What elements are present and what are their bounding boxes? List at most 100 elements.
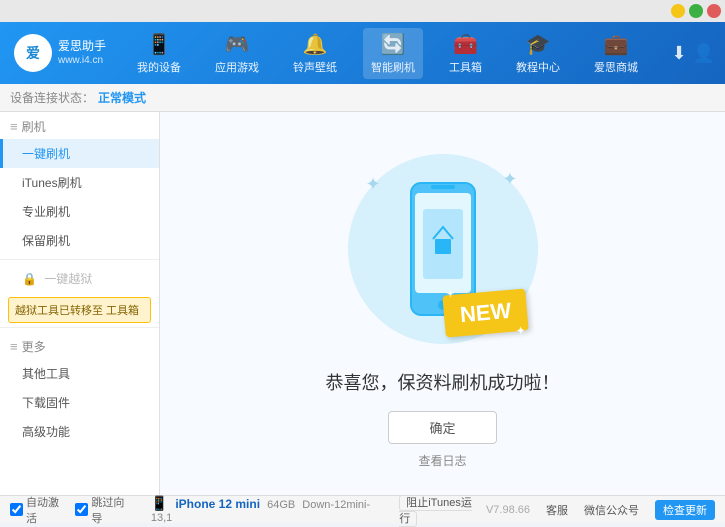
update-btn-label: 检查更新 — [663, 505, 707, 517]
sidebar-item-jailbreak-disabled: 🔒 一键越狱 — [0, 264, 159, 293]
device-icon: 📱 — [151, 495, 168, 511]
nav-store[interactable]: 💼 爱思商城 — [586, 28, 646, 79]
wechat-link[interactable]: 微信公众号 — [584, 502, 639, 518]
logo-circle: 爱 — [14, 34, 52, 72]
sidebar-item-other-tools[interactable]: 其他工具 — [0, 359, 159, 388]
itunes-notice-label: 阻止iTunes运行 — [399, 495, 472, 527]
nav-label-tutorial: 教程中心 — [516, 59, 560, 75]
confirm-button[interactable]: 确定 — [388, 411, 496, 444]
nav-tutorial[interactable]: 🎓 教程中心 — [508, 28, 568, 79]
show-log-text: 查看日志 — [418, 454, 466, 468]
one-click-flash-label: 一键刷机 — [22, 147, 70, 161]
app-games-icon: 🎮 — [225, 32, 250, 57]
header: 爱 爱思助手 www.i4.cn 📱 我的设备 🎮 应用游戏 🔔 铃声壁纸 🔄 … — [0, 22, 725, 84]
logo-text: 爱思助手 www.i4.cn — [58, 38, 106, 69]
bottom-right: V7.98.66 客服 微信公众号 检查更新 — [486, 500, 715, 520]
nav-app-games[interactable]: 🎮 应用游戏 — [207, 28, 267, 79]
new-badge-text: NEW — [459, 297, 512, 326]
nav-label-my-device: 我的设备 — [137, 59, 181, 75]
sidebar-item-itunes-flash[interactable]: iTunes刷机 — [0, 168, 159, 197]
logo-area: 爱 爱思助手 www.i4.cn — [0, 34, 120, 72]
sidebar-section-more: ≡ 更多 — [0, 332, 159, 359]
sidebar: ≡ 刷机 一键刷机 iTunes刷机 专业刷机 保留刷机 🔒 一键越狱 越狱工具… — [0, 112, 160, 495]
sparkle-topleft: ✦ — [366, 174, 381, 195]
download-btn[interactable]: ⬇ — [671, 43, 686, 64]
warning-text: 越狱工具已转移至 工具箱 — [15, 305, 139, 317]
save-flash-label: 保留刷机 — [22, 234, 70, 248]
status-label: 设备连接状态： — [10, 89, 94, 106]
auto-activate-label: 自动激活 — [26, 494, 67, 526]
maximize-btn[interactable] — [689, 4, 703, 18]
success-message: 恭喜您，保资料刷机成功啦！ — [326, 373, 560, 393]
nav-label-smart-flash: 智能刷机 — [371, 59, 415, 75]
skip-wizard-checkbox[interactable]: 跳过向导 — [75, 494, 132, 526]
phone-illustration: ✦ ✦ NEW — [343, 139, 543, 359]
jailbreak-label: 一键越狱 — [44, 272, 92, 286]
logo-icon: 爱 — [26, 43, 40, 63]
bottom-bar: 自动激活 跳过向导 📱 iPhone 12 mini 64GB Down-12m… — [0, 495, 725, 523]
sidebar-section-flash: ≡ 刷机 — [0, 112, 159, 139]
sidebar-item-download-firmware[interactable]: 下载固件 — [0, 388, 159, 417]
skip-wizard-input[interactable] — [75, 503, 88, 516]
main-layout: ≡ 刷机 一键刷机 iTunes刷机 专业刷机 保留刷机 🔒 一键越狱 越狱工具… — [0, 112, 725, 495]
sidebar-item-pro-flash[interactable]: 专业刷机 — [0, 197, 159, 226]
store-icon: 💼 — [604, 32, 629, 57]
pro-flash-label: 专业刷机 — [22, 205, 70, 219]
sidebar-warning: 越狱工具已转移至 工具箱 — [8, 297, 151, 323]
nav-toolbox[interactable]: 🧰 工具箱 — [441, 28, 490, 79]
show-log-link[interactable]: 查看日志 — [418, 452, 466, 469]
version-text: V7.98.66 — [486, 504, 530, 516]
minimize-btn[interactable] — [671, 4, 685, 18]
sidebar-divider-1 — [0, 259, 159, 260]
auto-activate-checkbox[interactable]: 自动激活 — [10, 494, 67, 526]
toolbox-icon: 🧰 — [453, 32, 478, 57]
section2-label: 更多 — [22, 338, 46, 355]
sparkle-topright: ✦ — [502, 169, 517, 190]
header-right: ⬇ 👤 — [655, 43, 725, 64]
device-info: 📱 iPhone 12 mini 64GB Down-12mini-13,1 — [151, 495, 381, 524]
sidebar-divider-2 — [0, 327, 159, 328]
nav-label-store: 爱思商城 — [594, 59, 638, 75]
tutorial-icon: 🎓 — [526, 32, 551, 57]
logo-line1: 爱思助手 — [58, 38, 106, 55]
smart-flash-icon: 🔄 — [381, 32, 406, 57]
phone-circle: ✦ ✦ NEW — [348, 154, 538, 344]
other-tools-label: 其他工具 — [22, 367, 70, 381]
success-text: 恭喜您，保资料刷机成功啦！ — [326, 369, 560, 395]
nav-label-toolbox: 工具箱 — [449, 59, 482, 75]
sidebar-item-save-flash[interactable]: 保留刷机 — [0, 226, 159, 255]
new-badge: NEW — [443, 288, 530, 337]
nav-label-ringtone: 铃声壁纸 — [293, 59, 337, 75]
title-bar — [0, 0, 725, 22]
nav-smart-flash[interactable]: 🔄 智能刷机 — [363, 28, 423, 79]
ringtone-icon: 🔔 — [303, 32, 328, 57]
nav-my-device[interactable]: 📱 我的设备 — [129, 28, 189, 79]
content-area: ✦ ✦ NEW 恭喜您，保资料刷机成功啦！ — [160, 112, 725, 495]
advanced-label: 高级功能 — [22, 425, 70, 439]
confirm-btn-label: 确定 — [429, 421, 455, 436]
status-bar: 设备连接状态： 正常模式 — [0, 84, 725, 112]
my-device-icon: 📱 — [147, 32, 172, 57]
skip-wizard-label: 跳过向导 — [91, 494, 132, 526]
logo-line2: www.i4.cn — [58, 54, 106, 68]
nav-label-app-games: 应用游戏 — [215, 59, 259, 75]
device-capacity: 64GB — [267, 499, 298, 511]
status-value: 正常模式 — [98, 89, 146, 106]
section1-label: 刷机 — [22, 118, 46, 135]
device-name: iPhone 12 mini — [175, 497, 260, 511]
capacity-text: 64GB — [267, 499, 295, 511]
itunes-flash-label: iTunes刷机 — [22, 176, 82, 190]
nav-bar: 📱 我的设备 🎮 应用游戏 🔔 铃声壁纸 🔄 智能刷机 🧰 工具箱 🎓 教程中心… — [120, 28, 655, 79]
user-btn[interactable]: 👤 — [693, 43, 715, 64]
update-button[interactable]: 检查更新 — [655, 500, 715, 520]
more-section-icon: ≡ — [10, 339, 18, 354]
close-btn[interactable] — [707, 4, 721, 18]
sidebar-item-advanced[interactable]: 高级功能 — [0, 417, 159, 446]
sidebar-item-one-click-flash[interactable]: 一键刷机 — [0, 139, 159, 168]
download-firmware-label: 下载固件 — [22, 396, 70, 410]
service-link[interactable]: 客服 — [546, 502, 568, 518]
bottom-left: 自动激活 跳过向导 📱 iPhone 12 mini 64GB Down-12m… — [10, 494, 486, 526]
nav-ringtone[interactable]: 🔔 铃声壁纸 — [285, 28, 345, 79]
auto-activate-input[interactable] — [10, 503, 23, 516]
itunes-notice-box: 阻止iTunes运行 — [399, 494, 486, 526]
